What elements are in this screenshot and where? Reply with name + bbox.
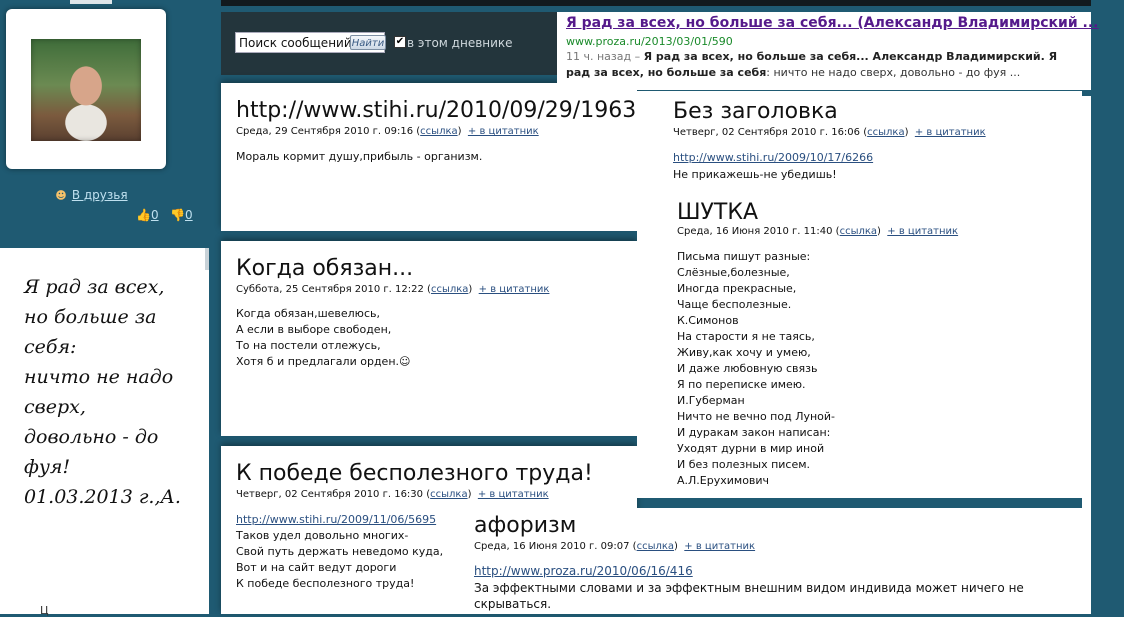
search-result-url: www.proza.ru/2013/03/01/590 xyxy=(566,35,733,48)
post: http://www.stihi.ru/2010/09/29/1963 Сред… xyxy=(221,83,637,231)
post-body: Таков удел довольно многих- Свой путь де… xyxy=(236,529,444,590)
post-permalink[interactable]: ссылка xyxy=(867,127,904,138)
bottom-fragment: Ц xyxy=(40,604,49,617)
post-date: Среда, 29 Сентября 2010 г. 09:16 xyxy=(236,126,414,137)
post: афоризм Среда, 16 Июня 2010 г. 09:07 (сс… xyxy=(464,508,1082,614)
thumbs-up-icon[interactable]: 👍 xyxy=(136,208,151,222)
search-in-diary-label: в этом дневнике xyxy=(407,36,513,50)
post-date: Среда, 16 Июня 2010 г. 09:07 xyxy=(474,541,630,552)
search-button[interactable]: Найти xyxy=(350,35,386,50)
add-friend-icon: ☻ xyxy=(55,189,67,202)
search-result-text: 11 ч. назад – Я рад за всех, но больше з… xyxy=(566,50,1058,79)
avatar-card xyxy=(6,9,166,169)
post-permalink[interactable]: ссылка xyxy=(840,226,877,237)
post-title[interactable]: афоризм xyxy=(474,513,576,538)
post-meta: Четверг, 02 Сентября 2010 г. 16:06 (ссыл… xyxy=(673,127,986,138)
search-in-diary-checkbox[interactable]: ✔ xyxy=(394,36,406,48)
post-meta: Четверг, 02 Сентября 2010 г. 16:30 (ссыл… xyxy=(236,489,549,500)
dislikes-count[interactable]: 0 xyxy=(185,208,193,222)
epigraph-scrollbar[interactable] xyxy=(205,248,209,270)
search-bar: Поиск сообщений Найти ✔ в этом дневнике xyxy=(221,12,561,75)
post-meta: Среда, 16 Июня 2010 г. 09:07 (ссылка) + … xyxy=(474,541,756,552)
post-body: Мораль кормит душу,прибыль - организм. xyxy=(236,150,483,163)
post-meta: Среда, 29 Сентября 2010 г. 09:16 (ссылка… xyxy=(236,126,539,137)
thumbs-down-icon[interactable]: 👎 xyxy=(170,208,185,222)
post-permalink[interactable]: ссылка xyxy=(420,126,457,137)
post-title[interactable]: Без заголовка xyxy=(673,99,838,124)
post-date: Четверг, 02 Сентября 2010 г. 16:06 xyxy=(673,127,861,138)
post-url-link[interactable]: http://www.stihi.ru/2009/11/06/5695 xyxy=(236,513,436,526)
add-to-quotes-link[interactable]: + в цитатник xyxy=(887,226,958,237)
post: Без заголовка Четверг, 02 Сентября 2010 … xyxy=(637,91,1082,201)
votes: 👍0 👎0 xyxy=(136,208,193,222)
post: Когда обязан... Суббота, 25 Сентября 201… xyxy=(221,241,637,436)
post-title[interactable]: ШУТКА xyxy=(677,200,758,225)
post-meta: Суббота, 25 Сентября 2010 г. 12:22 (ссыл… xyxy=(236,284,550,295)
add-to-quotes-link[interactable]: + в цитатник xyxy=(468,126,539,137)
post-date: Суббота, 25 Сентября 2010 г. 12:22 xyxy=(236,284,424,295)
avatar[interactable] xyxy=(31,39,141,141)
add-friend-link[interactable]: В друзья xyxy=(72,188,128,202)
post-body: За эффектными словами и за эффектным вне… xyxy=(474,581,1024,611)
post-edge xyxy=(1082,96,1091,614)
post-permalink[interactable]: ссылка xyxy=(637,541,674,552)
post-permalink[interactable]: ссылка xyxy=(430,489,467,500)
add-to-quotes-link[interactable]: + в цитатник xyxy=(915,127,986,138)
post-title[interactable]: http://www.stihi.ru/2010/09/29/1963 xyxy=(236,98,636,123)
post-body: Не прикажешь-не убедишь! xyxy=(673,168,837,181)
search-result-title[interactable]: Я рад за всех, но больше за себя... (Але… xyxy=(566,15,1099,31)
top-tab xyxy=(70,0,112,4)
post-body: Когда обязан,шевелюсь, А если в выборе с… xyxy=(236,307,411,368)
post-date: Четверг, 02 Сентября 2010 г. 16:30 xyxy=(236,489,424,500)
post-permalink[interactable]: ссылка xyxy=(431,284,468,295)
add-friend: ☻ В друзья xyxy=(54,188,128,202)
post-url-link[interactable]: http://www.stihi.ru/2009/10/17/6266 xyxy=(673,151,873,164)
search-result-snippet: Я рад за всех, но больше за себя... (Але… xyxy=(557,12,1099,90)
likes-count[interactable]: 0 xyxy=(151,208,159,222)
epigraph-panel: Я рад за всех, но больше за себя: ничто … xyxy=(0,248,209,614)
post-meta: Среда, 16 Июня 2010 г. 11:40 (ссылка) + … xyxy=(677,226,959,237)
top-bar xyxy=(221,0,1091,6)
post-date: Среда, 16 Июня 2010 г. 11:40 xyxy=(677,226,833,237)
add-to-quotes-link[interactable]: + в цитатник xyxy=(478,489,549,500)
add-to-quotes-link[interactable]: + в цитатник xyxy=(479,284,550,295)
epigraph-text: Я рад за всех, но больше за себя: ничто … xyxy=(24,276,181,508)
add-to-quotes-link[interactable]: + в цитатник xyxy=(684,541,755,552)
post-url-link[interactable]: http://www.proza.ru/2010/06/16/416 xyxy=(474,564,693,578)
post: ШУТКА Среда, 16 Июня 2010 г. 11:40 (ссыл… xyxy=(637,193,1082,498)
post-title[interactable]: К победе бесполезного труда! xyxy=(236,461,593,486)
post-title[interactable]: Когда обязан... xyxy=(236,256,413,281)
post-body: Письма пишут разные: Слёзные,болезные, И… xyxy=(677,250,836,487)
